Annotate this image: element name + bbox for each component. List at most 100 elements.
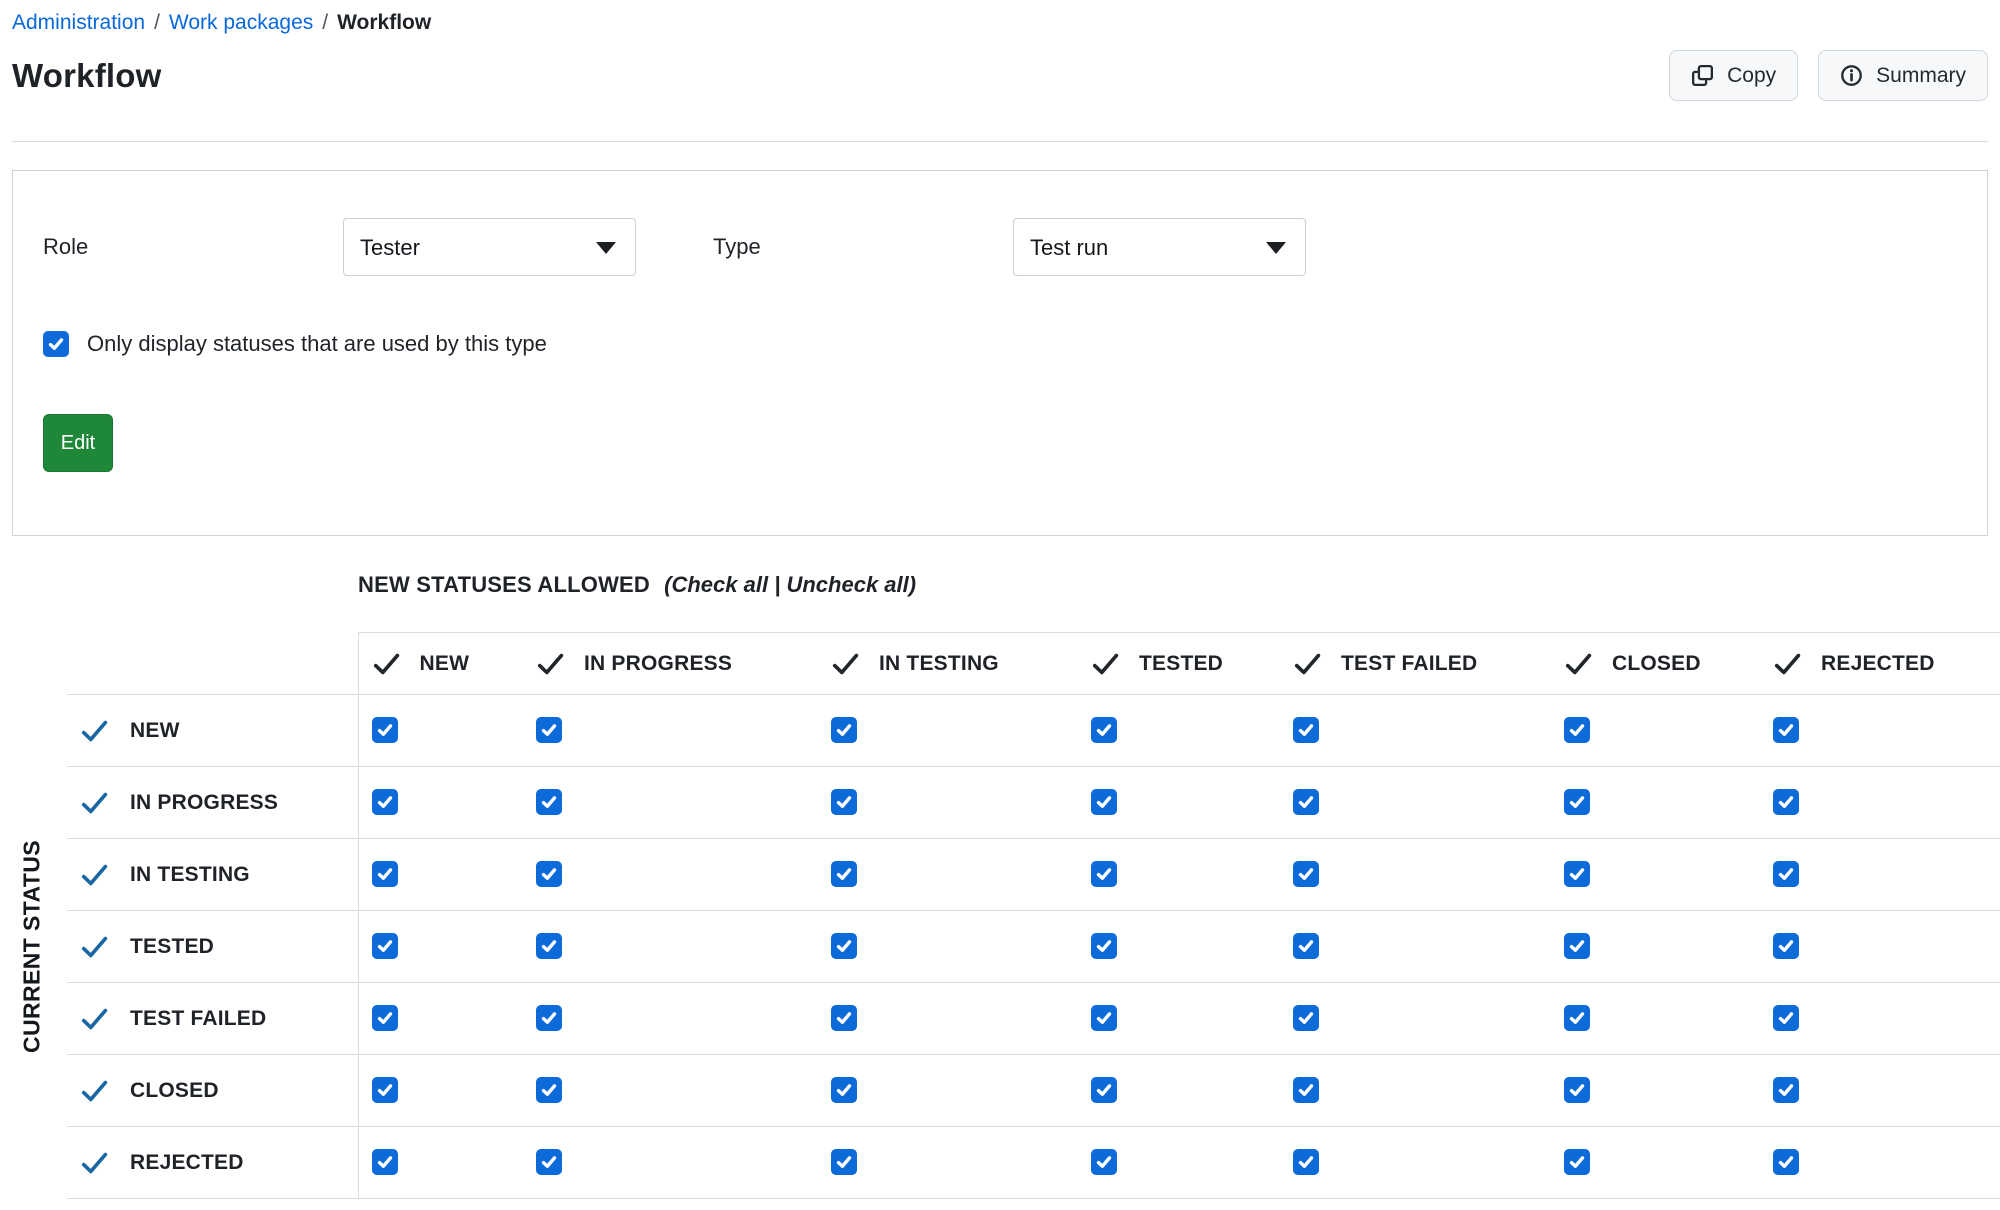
transition-checkbox[interactable]: [1564, 717, 1590, 743]
transition-checkbox[interactable]: [1564, 861, 1590, 887]
column-header-label: TEST FAILED: [1341, 652, 1477, 676]
column-check-all-icon[interactable]: [1293, 652, 1322, 676]
breadcrumb-link-work-packages[interactable]: Work packages: [169, 10, 313, 36]
transition-checkbox[interactable]: [831, 1077, 857, 1103]
transition-checkbox[interactable]: [1773, 717, 1799, 743]
transition-checkbox[interactable]: [1293, 1005, 1319, 1031]
transition-checkbox[interactable]: [831, 933, 857, 959]
transition-cell: [1551, 983, 1760, 1055]
transition-checkbox[interactable]: [1293, 1077, 1319, 1103]
row-check-all-icon[interactable]: [80, 791, 109, 815]
transition-checkbox[interactable]: [1091, 1077, 1117, 1103]
transition-checkbox[interactable]: [372, 933, 398, 959]
copy-button[interactable]: Copy: [1669, 50, 1798, 101]
transition-checkbox[interactable]: [1293, 861, 1319, 887]
column-check-all-icon[interactable]: [1091, 652, 1120, 676]
transition-checkbox[interactable]: [1293, 1149, 1319, 1175]
transition-checkbox[interactable]: [1564, 789, 1590, 815]
matrix-row-in-progress: IN PROGRESS: [67, 767, 2000, 839]
transition-checkbox[interactable]: [536, 789, 562, 815]
transition-cell: [1760, 839, 2000, 911]
transition-cell: [358, 695, 523, 767]
transition-cell: [818, 1055, 1078, 1127]
transition-cell: [358, 839, 523, 911]
transition-checkbox[interactable]: [536, 1005, 562, 1031]
transition-checkbox[interactable]: [536, 1149, 562, 1175]
transition-checkbox[interactable]: [1293, 933, 1319, 959]
column-check-all-icon[interactable]: [1564, 652, 1593, 676]
transition-cell: [1078, 767, 1280, 839]
transition-checkbox[interactable]: [1091, 717, 1117, 743]
transition-checkbox[interactable]: [831, 717, 857, 743]
transition-checkbox[interactable]: [372, 789, 398, 815]
workflow-filter-panel: Role Tester Type Test run Only display s…: [12, 170, 1988, 536]
column-header-label: IN TESTING: [879, 652, 999, 676]
transition-checkbox[interactable]: [1773, 1149, 1799, 1175]
transition-checkbox[interactable]: [1091, 1005, 1117, 1031]
transition-checkbox[interactable]: [831, 1005, 857, 1031]
row-check-all-icon[interactable]: [80, 863, 109, 887]
transition-checkbox[interactable]: [536, 933, 562, 959]
transition-checkbox[interactable]: [831, 789, 857, 815]
column-check-all-icon[interactable]: [372, 652, 401, 676]
matrix-caption-title: NEW STATUSES ALLOWED: [358, 572, 650, 597]
row-header-closed: CLOSED: [67, 1055, 358, 1127]
transition-checkbox[interactable]: [1293, 789, 1319, 815]
transition-checkbox[interactable]: [1773, 789, 1799, 815]
transition-checkbox[interactable]: [831, 861, 857, 887]
transition-checkbox[interactable]: [536, 1077, 562, 1103]
transition-checkbox[interactable]: [1773, 1077, 1799, 1103]
summary-button[interactable]: Summary: [1818, 50, 1988, 101]
transition-checkbox[interactable]: [372, 717, 398, 743]
current-status-axis-label: CURRENT STATUS: [11, 694, 53, 1199]
row-check-all-icon[interactable]: [80, 1079, 109, 1103]
transition-checkbox[interactable]: [1773, 933, 1799, 959]
transition-checkbox[interactable]: [372, 861, 398, 887]
transition-cell: [1551, 839, 1760, 911]
transition-checkbox[interactable]: [1564, 1149, 1590, 1175]
matrix-row-closed: CLOSED: [67, 1055, 2000, 1127]
transition-cell: [1760, 1055, 2000, 1127]
transition-checkbox[interactable]: [372, 1077, 398, 1103]
row-check-all-icon[interactable]: [80, 935, 109, 959]
transition-checkbox[interactable]: [1564, 1005, 1590, 1031]
transition-checkbox[interactable]: [1091, 789, 1117, 815]
column-check-all-icon[interactable]: [1773, 652, 1802, 676]
only-display-checkbox[interactable]: [43, 331, 69, 357]
transition-checkbox[interactable]: [372, 1005, 398, 1031]
check-all-uncheck-all-links[interactable]: (Check all | Uncheck all): [664, 572, 916, 597]
matrix-caption: NEW STATUSES ALLOWED (Check all | Unchec…: [358, 572, 1988, 598]
transition-checkbox[interactable]: [372, 1149, 398, 1175]
matrix-corner-cell: [67, 633, 358, 695]
transition-checkbox[interactable]: [536, 861, 562, 887]
transition-checkbox[interactable]: [1564, 1077, 1590, 1103]
matrix-row-in-testing: IN TESTING: [67, 839, 2000, 911]
column-check-all-icon[interactable]: [536, 652, 565, 676]
row-check-all-icon[interactable]: [80, 719, 109, 743]
matrix-row-rejected: REJECTED: [67, 1127, 2000, 1199]
transition-checkbox[interactable]: [1773, 1005, 1799, 1031]
row-check-all-icon[interactable]: [80, 1007, 109, 1031]
transition-checkbox[interactable]: [1773, 861, 1799, 887]
transition-checkbox[interactable]: [1564, 933, 1590, 959]
role-select[interactable]: Tester: [343, 218, 636, 276]
matrix-header-row: NEWIN PROGRESSIN TESTINGTESTEDTEST FAILE…: [67, 633, 2000, 695]
transition-cell: [818, 1127, 1078, 1199]
type-select[interactable]: Test run: [1013, 218, 1306, 276]
only-display-label[interactable]: Only display statuses that are used by t…: [87, 331, 547, 357]
matrix-row-test-failed: TEST FAILED: [67, 983, 2000, 1055]
transition-checkbox[interactable]: [1091, 861, 1117, 887]
edit-button[interactable]: Edit: [43, 414, 113, 472]
transition-checkbox[interactable]: [536, 717, 562, 743]
row-check-all-icon[interactable]: [80, 1151, 109, 1175]
column-header-new: NEW: [358, 633, 523, 695]
column-header-label: NEW: [420, 652, 470, 676]
transition-checkbox[interactable]: [1091, 1149, 1117, 1175]
column-check-all-icon[interactable]: [831, 652, 860, 676]
copy-button-label: Copy: [1727, 64, 1776, 88]
transition-checkbox[interactable]: [1091, 933, 1117, 959]
only-display-row: Only display statuses that are used by t…: [43, 331, 1957, 357]
transition-checkbox[interactable]: [1293, 717, 1319, 743]
transition-checkbox[interactable]: [831, 1149, 857, 1175]
breadcrumb-link-administration[interactable]: Administration: [12, 10, 145, 36]
